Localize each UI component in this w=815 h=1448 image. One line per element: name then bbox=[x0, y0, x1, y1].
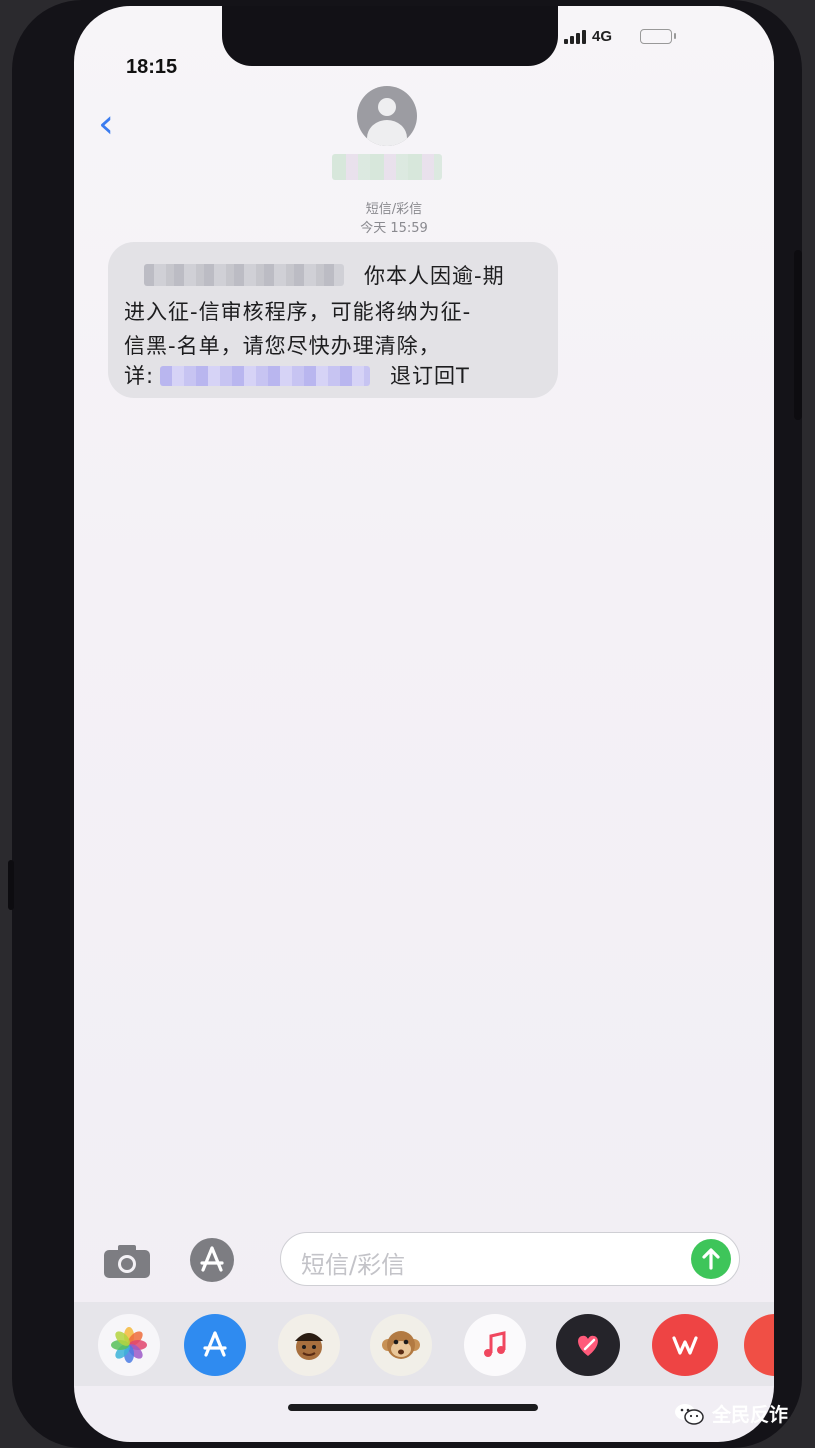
message-timestamp: 今天 15:59 bbox=[360, 221, 428, 236]
status-icons: 4G bbox=[564, 28, 677, 45]
network-type: 4G bbox=[592, 28, 613, 45]
power-button bbox=[794, 250, 802, 420]
photos-icon[interactable] bbox=[98, 1314, 160, 1376]
redacted-link[interactable] bbox=[160, 366, 370, 386]
appstore-icon[interactable] bbox=[184, 1314, 246, 1376]
notch bbox=[222, 6, 558, 66]
contact-name-redacted[interactable] bbox=[332, 154, 442, 180]
memoji-icon[interactable] bbox=[278, 1314, 340, 1376]
person-icon[interactable] bbox=[357, 86, 417, 146]
appstore-icon[interactable] bbox=[190, 1238, 234, 1282]
phone-frame: 18:15 4G ‹ 短信/彩信 今天 15:59 你本人因逾-期 进入征-信审… bbox=[8, 0, 802, 1448]
status-time: 18:15 bbox=[126, 56, 178, 78]
watermark-label: 全民反诈 bbox=[712, 1404, 789, 1426]
heart-app-icon[interactable] bbox=[556, 1314, 620, 1376]
message-line-4-suffix: 退订回T bbox=[390, 364, 470, 388]
message-input-placeholder: 短信/彩信 bbox=[301, 1251, 406, 1279]
message-line-1: 你本人因逾-期 bbox=[364, 264, 505, 288]
signal-icon bbox=[564, 29, 586, 44]
wechat-icon bbox=[674, 1402, 704, 1426]
watermark: 全民反诈 bbox=[674, 1400, 788, 1427]
message-input[interactable]: 短信/彩信 bbox=[280, 1232, 740, 1286]
arrow-up-icon[interactable] bbox=[691, 1239, 731, 1279]
message-bubble[interactable]: 你本人因逾-期 进入征-信审核程序，可能将纳为征- 信黑-名单，请您尽快办理清除… bbox=[108, 242, 558, 398]
app-icon[interactable] bbox=[744, 1314, 774, 1376]
home-indicator[interactable] bbox=[288, 1404, 538, 1411]
camera-icon[interactable] bbox=[102, 1242, 152, 1280]
message-line-3: 信黑-名单，请您尽快办理清除， bbox=[124, 334, 441, 358]
messages-screen: 18:15 4G ‹ 短信/彩信 今天 15:59 你本人因逾-期 进入征-信审… bbox=[74, 6, 774, 1442]
music-icon[interactable] bbox=[464, 1314, 526, 1376]
wps-icon[interactable] bbox=[652, 1314, 718, 1376]
message-line-2: 进入征-信审核程序，可能将纳为征- bbox=[124, 300, 472, 324]
imessage-app-drawer bbox=[74, 1302, 774, 1386]
message-type-label: 短信/彩信 bbox=[365, 202, 423, 217]
composer-bar: 短信/彩信 bbox=[74, 1228, 774, 1290]
redacted-sender bbox=[144, 264, 344, 286]
mute-switch bbox=[8, 860, 14, 910]
battery-icon bbox=[640, 29, 677, 44]
message-line-4-prefix: 详: bbox=[124, 364, 155, 388]
chevron-left-icon[interactable]: ‹ bbox=[98, 104, 114, 144]
animoji-icon[interactable] bbox=[370, 1314, 432, 1376]
